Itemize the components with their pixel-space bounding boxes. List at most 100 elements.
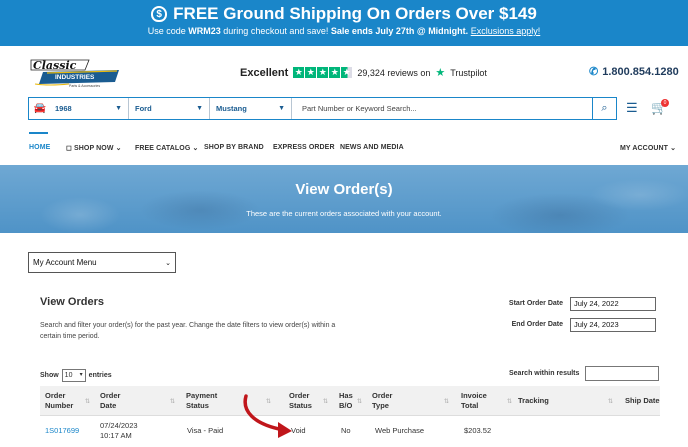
order-type-cell: Web Purchase — [375, 426, 425, 435]
nav-shop-now-label: SHOP NOW — [73, 145, 114, 152]
checklist-heart-icon[interactable]: ☰ — [626, 100, 638, 116]
chevron-down-icon: ▼ — [278, 105, 285, 112]
keyword-search-input[interactable] — [292, 98, 592, 119]
trustpilot-rating[interactable]: Excellent ★ ★ ★ ★ ★ 29,324 reviews on ★ … — [240, 66, 487, 80]
chevron-down-icon: ⌄ — [670, 145, 677, 152]
phone-icon: ✆ — [589, 66, 599, 78]
chevron-down-icon: ▼ — [115, 105, 122, 112]
logo-text-classic: Classic — [33, 59, 77, 72]
sort-icon: ⇅ — [507, 399, 513, 405]
account-menu-select[interactable]: My Account Menu ⌄ — [28, 252, 176, 273]
promo-headline-row: $ FREE Ground Shipping On Orders Over $1… — [0, 4, 688, 24]
sort-icon: ⇅ — [357, 399, 363, 405]
end-date-label: End Order Date — [511, 321, 563, 328]
promo-code: WRM23 — [188, 26, 221, 36]
table-row: 1S017699 07/24/2023 10:17 AM Visa - Paid … — [40, 417, 660, 447]
nav-free-catalog[interactable]: FREE CATALOG ⌄ — [135, 144, 198, 152]
view-orders-heading: View Orders — [40, 296, 104, 308]
nav-express-order[interactable]: EXPRESS ORDER — [273, 144, 335, 151]
phone-text: 1.800.854.1280 — [602, 65, 679, 78]
th-has-bo[interactable]: Has B/O ⇅ — [339, 391, 362, 411]
order-date: 07/24/2023 — [100, 421, 138, 430]
reviews-count: 29,324 reviews on — [357, 67, 431, 78]
star-half-icon: ★ — [341, 67, 353, 78]
active-nav-indicator — [29, 132, 48, 134]
model-select[interactable]: Mustang ▼ — [210, 98, 292, 119]
search-within-label: Search within results — [509, 370, 580, 377]
search-within-input[interactable] — [585, 366, 659, 381]
logo-text-tagline: Parts & Accessories — [69, 84, 100, 88]
th-order-number[interactable]: Order Number ⇅ — [45, 391, 90, 411]
shopping-bag-icon: ◻ — [66, 145, 72, 152]
th-line1: Payment — [186, 391, 218, 400]
car-icon: 🚘 — [33, 103, 47, 114]
order-number-link[interactable]: 1S017699 — [45, 426, 79, 436]
th-ship-date[interactable]: Ship Date — [625, 396, 660, 406]
make-value: Ford — [135, 104, 152, 113]
star-icon: ★ — [329, 67, 341, 78]
nav-shop-by-brand[interactable]: SHOP BY BRAND — [204, 144, 264, 151]
th-line2: Status — [186, 401, 209, 410]
th-order-type[interactable]: Order Type ⇅ — [372, 391, 449, 411]
dollar-bag-icon: $ — [151, 6, 168, 22]
th-payment-status[interactable]: Payment Status ⇅ — [186, 391, 271, 411]
classic-industries-logo[interactable]: Classic INDUSTRIES Parts & Accessories — [29, 56, 121, 90]
rating-stars: ★ ★ ★ ★ ★ — [293, 67, 353, 78]
th-line1: Has — [339, 391, 353, 400]
page-hero: View Order(s) These are the current orde… — [0, 165, 688, 233]
th-line1: Tracking — [518, 396, 549, 405]
vehicle-search-bar: 🚘 1968 ▼ Ford ▼ Mustang ▼ ⌕ — [28, 97, 617, 120]
nav-shop-now[interactable]: ◻ SHOP NOW ⌄ — [66, 144, 122, 152]
page-title: View Order(s) — [295, 181, 393, 198]
search-button[interactable]: ⌕ — [592, 98, 616, 119]
entries-label: entries — [88, 372, 112, 379]
sort-icon: ⇅ — [608, 399, 614, 405]
nav-my-account[interactable]: MY ACCOUNT ⌄ — [620, 144, 676, 152]
show-label: Show — [40, 372, 59, 379]
chevron-down-icon: ⌄ — [192, 145, 199, 152]
trustpilot-star-icon: ★ — [435, 67, 446, 79]
star-icon: ★ — [293, 67, 305, 78]
nav-my-account-label: MY ACCOUNT — [620, 145, 669, 152]
th-line2: Type — [372, 401, 389, 410]
start-date-label: Start Order Date — [508, 300, 563, 307]
exclusions-link[interactable]: Exclusions apply! — [471, 26, 541, 36]
promo-text: Use code — [147, 26, 189, 36]
chevron-down-icon: ⌄ — [115, 145, 122, 152]
star-icon: ★ — [305, 67, 317, 78]
promo-headline: FREE Ground Shipping On Orders Over $149 — [173, 4, 537, 23]
chevron-down-icon: ▾ — [79, 372, 83, 378]
year-select[interactable]: 1968 ▼ — [49, 98, 129, 119]
th-invoice-total[interactable]: Invoice Total ⇅ — [461, 391, 512, 411]
phone-number[interactable]: ✆ 1.800.854.1280 — [589, 65, 679, 79]
main-nav: HOME ◻ SHOP NOW ⌄ FREE CATALOG ⌄ SHOP BY… — [0, 132, 688, 164]
nav-news-and-media[interactable]: NEWS AND MEDIA — [340, 144, 404, 151]
page-length-value: 10 — [64, 372, 73, 379]
page-length-select[interactable]: 10 ▾ — [61, 369, 86, 382]
annotation-arrow-icon — [243, 394, 292, 438]
th-line2: Number — [45, 401, 74, 410]
th-line1: Ship Date — [625, 396, 660, 405]
promo-text-mid: during checkout and save! — [220, 26, 331, 36]
promo-subline: Use code WRM23 during checkout and save!… — [0, 26, 688, 36]
star-icon: ★ — [317, 67, 329, 78]
th-tracking[interactable]: Tracking ⇅ — [518, 396, 613, 406]
model-value: Mustang — [216, 104, 247, 113]
promo-banner: $ FREE Ground Shipping On Orders Over $1… — [0, 0, 688, 46]
th-order-date[interactable]: Order Date ⇅ — [100, 391, 175, 411]
th-line1: Invoice — [461, 391, 487, 400]
payment-status-cell: Visa - Paid — [187, 426, 224, 435]
page-length-control: Show 10 ▾ entries — [40, 369, 112, 382]
order-date-cell: 07/24/2023 10:17 AM — [100, 421, 138, 441]
sort-icon: ⇅ — [323, 399, 329, 405]
rating-word: Excellent — [240, 66, 289, 79]
th-line1: Order — [372, 391, 393, 400]
th-line2: Date — [100, 401, 117, 410]
make-select[interactable]: Ford ▼ — [129, 98, 210, 119]
th-line1: Order — [45, 391, 66, 400]
start-date-input[interactable]: July 24, 2022 — [570, 297, 656, 311]
nav-home[interactable]: HOME — [29, 144, 50, 151]
sort-icon: ⇅ — [170, 399, 176, 405]
order-time: 10:17 AM — [100, 431, 132, 440]
end-date-input[interactable]: July 24, 2023 — [570, 318, 656, 332]
